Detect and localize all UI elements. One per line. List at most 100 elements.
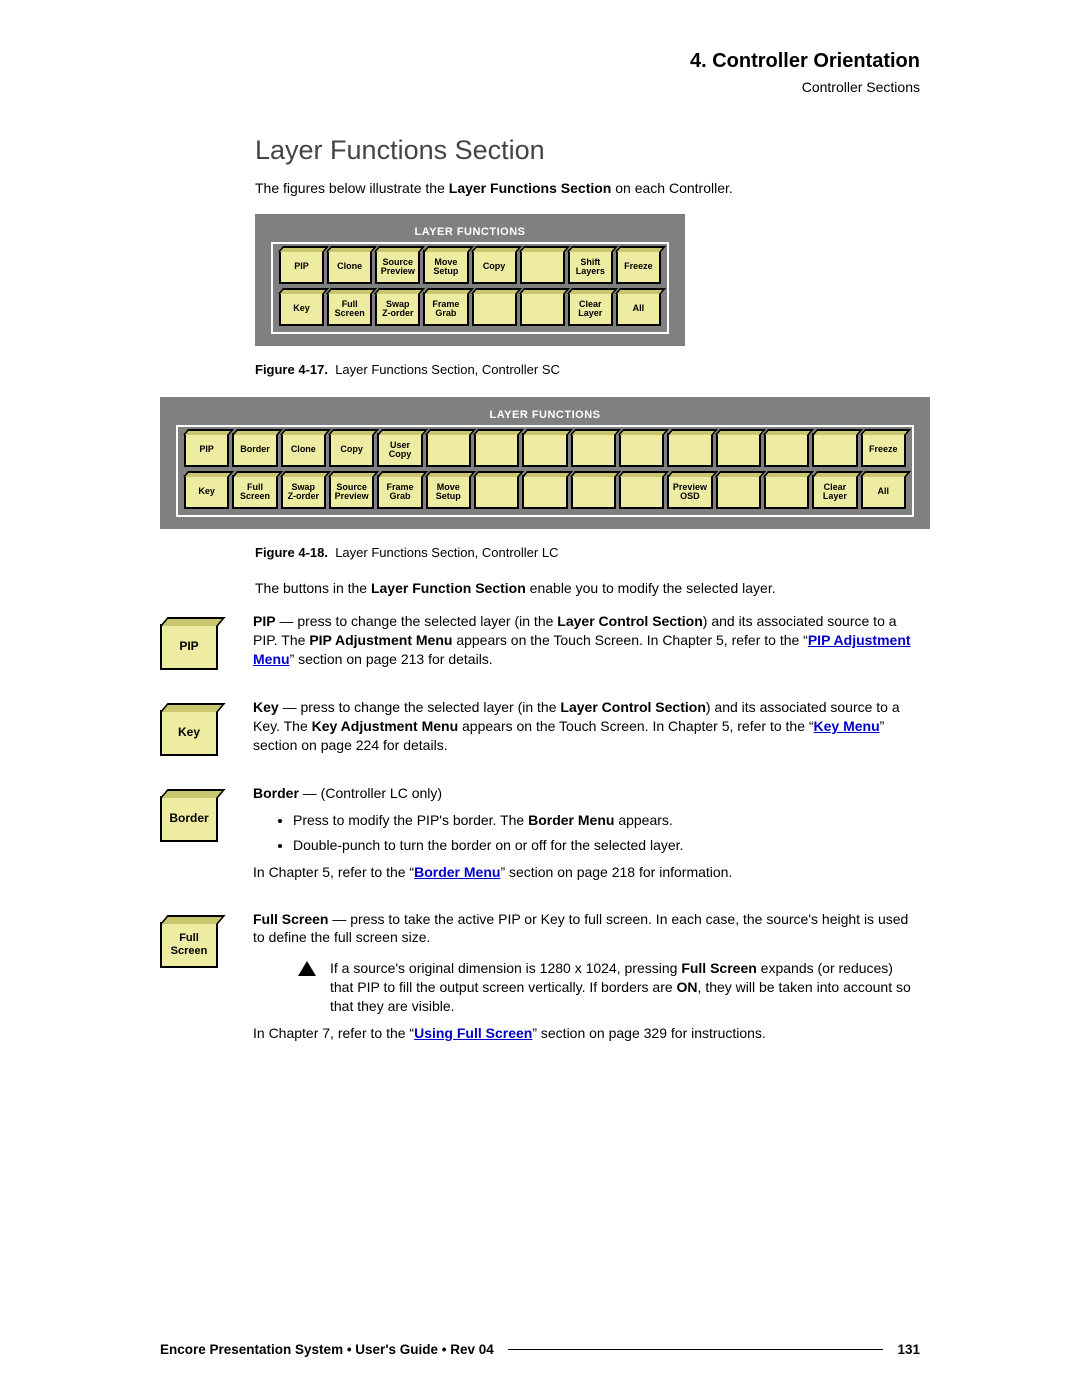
intro-text: The figures below illustrate the Layer F… [255,180,920,196]
panel-key-border: Border [232,433,277,467]
panel-key-blank [571,433,616,467]
key-key-label: Key [178,726,200,739]
panel-key-copy: Copy [472,250,517,284]
figure-17-text: Layer Functions Section, Controller SC [335,362,560,377]
t: Full Screen [681,960,756,976]
t: ” section on page 329 for instructions. [532,1025,765,1041]
panel-key-swap-z-order: SwapZ-order [281,475,326,509]
t: ” section on page 213 for details. [290,651,493,667]
panel-key-shift-layers: ShiftLayers [568,250,613,284]
panel-lc-row1: PIPBorderCloneCopyUserCopyFreeze [184,433,906,467]
panel-key-full-screen: FullScreen [232,475,277,509]
key-menu-link[interactable]: Key Menu [814,718,880,734]
panel-key-blank [426,433,471,467]
t: appears. [614,812,672,828]
t: appears on the Touch Screen. In Chapter … [458,718,813,734]
panel-lc-row2: KeyFullScreenSwapZ-orderSourcePreviewFra… [184,475,906,509]
panel-key-clone: Clone [281,433,326,467]
border-key-icon: Border [160,796,218,842]
panel-key-freeze: Freeze [861,433,906,467]
section-label: Controller Sections [160,79,920,95]
desc-border-row: Border Border — (Controller LC only) Pre… [160,784,920,882]
panel-key-full-screen: FullScreen [327,292,372,326]
key-lead: Key [253,699,279,715]
section-heading: Layer Functions Section [255,135,920,166]
key-key-icon: Key [160,710,218,756]
fullscreen-desc-text: Full Screen — press to take the active P… [253,910,920,1043]
desc-pip-row: PIP PIP — press to change the selected l… [160,612,920,670]
panel-key-all: All [616,292,661,326]
pip-desc-text: PIP — press to change the selected layer… [253,612,920,669]
panel-key-blank [520,250,565,284]
intro-suffix: on each Controller. [611,180,732,196]
chapter-title: 4. Controller Orientation [160,50,920,73]
t: ” section on page 218 for information. [500,864,732,880]
panel-key-blank [812,433,857,467]
panel-sc-inner: PIPCloneSourcePreviewMoveSetupCopyShiftL… [271,242,669,334]
panel-key-clear-layer: ClearLayer [812,475,857,509]
layer-functions-panel-sc: LAYER FUNCTIONS PIPCloneSourcePreviewMov… [255,214,685,346]
border-lead: Border [253,785,299,801]
triangle-icon [298,961,316,976]
t: PIP Adjustment Menu [309,632,452,648]
enable-prefix: The buttons in the [255,580,371,596]
panel-key-blank [522,475,567,509]
fullscreen-note: If a source's original dimension is 1280… [298,959,920,1016]
panel-key-frame-grab: FrameGrab [423,292,468,326]
layer-functions-panel-lc: LAYER FUNCTIONS PIPBorderCloneCopyUserCo… [160,397,930,529]
figure-17-label: Figure 4-17. [255,362,328,377]
panel-lc-title: LAYER FUNCTIONS [176,409,914,421]
panel-key-blank [472,292,517,326]
panel-key-source-preview: SourcePreview [375,250,420,284]
t: If a source's original dimension is 1280… [330,960,681,976]
panel-sc-wrap: LAYER FUNCTIONS PIPCloneSourcePreviewMov… [255,214,920,346]
fullscreen-note-text: If a source's original dimension is 1280… [330,959,920,1016]
figure-17-caption: Figure 4-17. Layer Functions Section, Co… [255,362,920,377]
border-bullet-2: Double-punch to turn the border on or of… [293,836,920,855]
panel-key-blank [619,433,664,467]
panel-key-swap-z-order: SwapZ-order [375,292,420,326]
panel-key-clone: Clone [327,250,372,284]
t: Border Menu [528,812,614,828]
panel-key-blank [571,475,616,509]
panel-lc-inner: PIPBorderCloneCopyUserCopyFreeze KeyFull… [176,425,914,517]
desc-fullscreen-row: FullScreen Full Screen — press to take t… [160,910,920,1043]
intro-prefix: The figures below illustrate the [255,180,449,196]
border-bullets: Press to modify the PIP's border. The Bo… [293,811,920,855]
panel-key-blank [522,433,567,467]
panel-key-key: Key [184,475,229,509]
panel-sc-row1: PIPCloneSourcePreviewMoveSetupCopyShiftL… [279,250,661,284]
border-menu-link[interactable]: Border Menu [414,864,500,880]
figure-18-caption: Figure 4-18. Layer Functions Section, Co… [255,545,920,560]
panel-key-blank [716,433,761,467]
panel-lc-wrap: LAYER FUNCTIONS PIPBorderCloneCopyUserCo… [160,397,920,529]
footer-rule [508,1349,884,1351]
t: Key Adjustment Menu [312,718,459,734]
panel-key-move-setup: MoveSetup [423,250,468,284]
footer-text: Encore Presentation System • User's Guid… [160,1342,494,1357]
panel-key-freeze: Freeze [616,250,661,284]
fullscreen-lead: Full Screen [253,911,328,927]
t: appears on the Touch Screen. In Chapter … [452,632,807,648]
panel-key-blank [520,292,565,326]
using-full-screen-link[interactable]: Using Full Screen [414,1025,532,1041]
panel-key-blank [716,475,761,509]
fullscreen-key-icon: FullScreen [160,922,218,968]
key-desc-text: Key — press to change the selected layer… [253,698,920,755]
enable-suffix: enable you to modify the selected layer. [526,580,776,596]
panel-sc-title: LAYER FUNCTIONS [271,226,669,238]
border-desc-text: Border — (Controller LC only) Press to m… [253,784,920,882]
t: — press to take the active PIP or Key to… [253,911,908,946]
enable-text: The buttons in the Layer Function Sectio… [255,580,920,596]
panel-key-frame-grab: FrameGrab [377,475,422,509]
pip-key-icon: PIP [160,624,218,670]
enable-bold: Layer Function Section [371,580,526,596]
t: ON [677,979,698,995]
border-key-label: Border [169,812,208,825]
panel-key-copy: Copy [329,433,374,467]
panel-key-blank [474,475,519,509]
t: In Chapter 5, refer to the “ [253,864,414,880]
page-footer: Encore Presentation System • User's Guid… [160,1342,920,1357]
panel-key-all: All [861,475,906,509]
panel-key-blank [764,433,809,467]
